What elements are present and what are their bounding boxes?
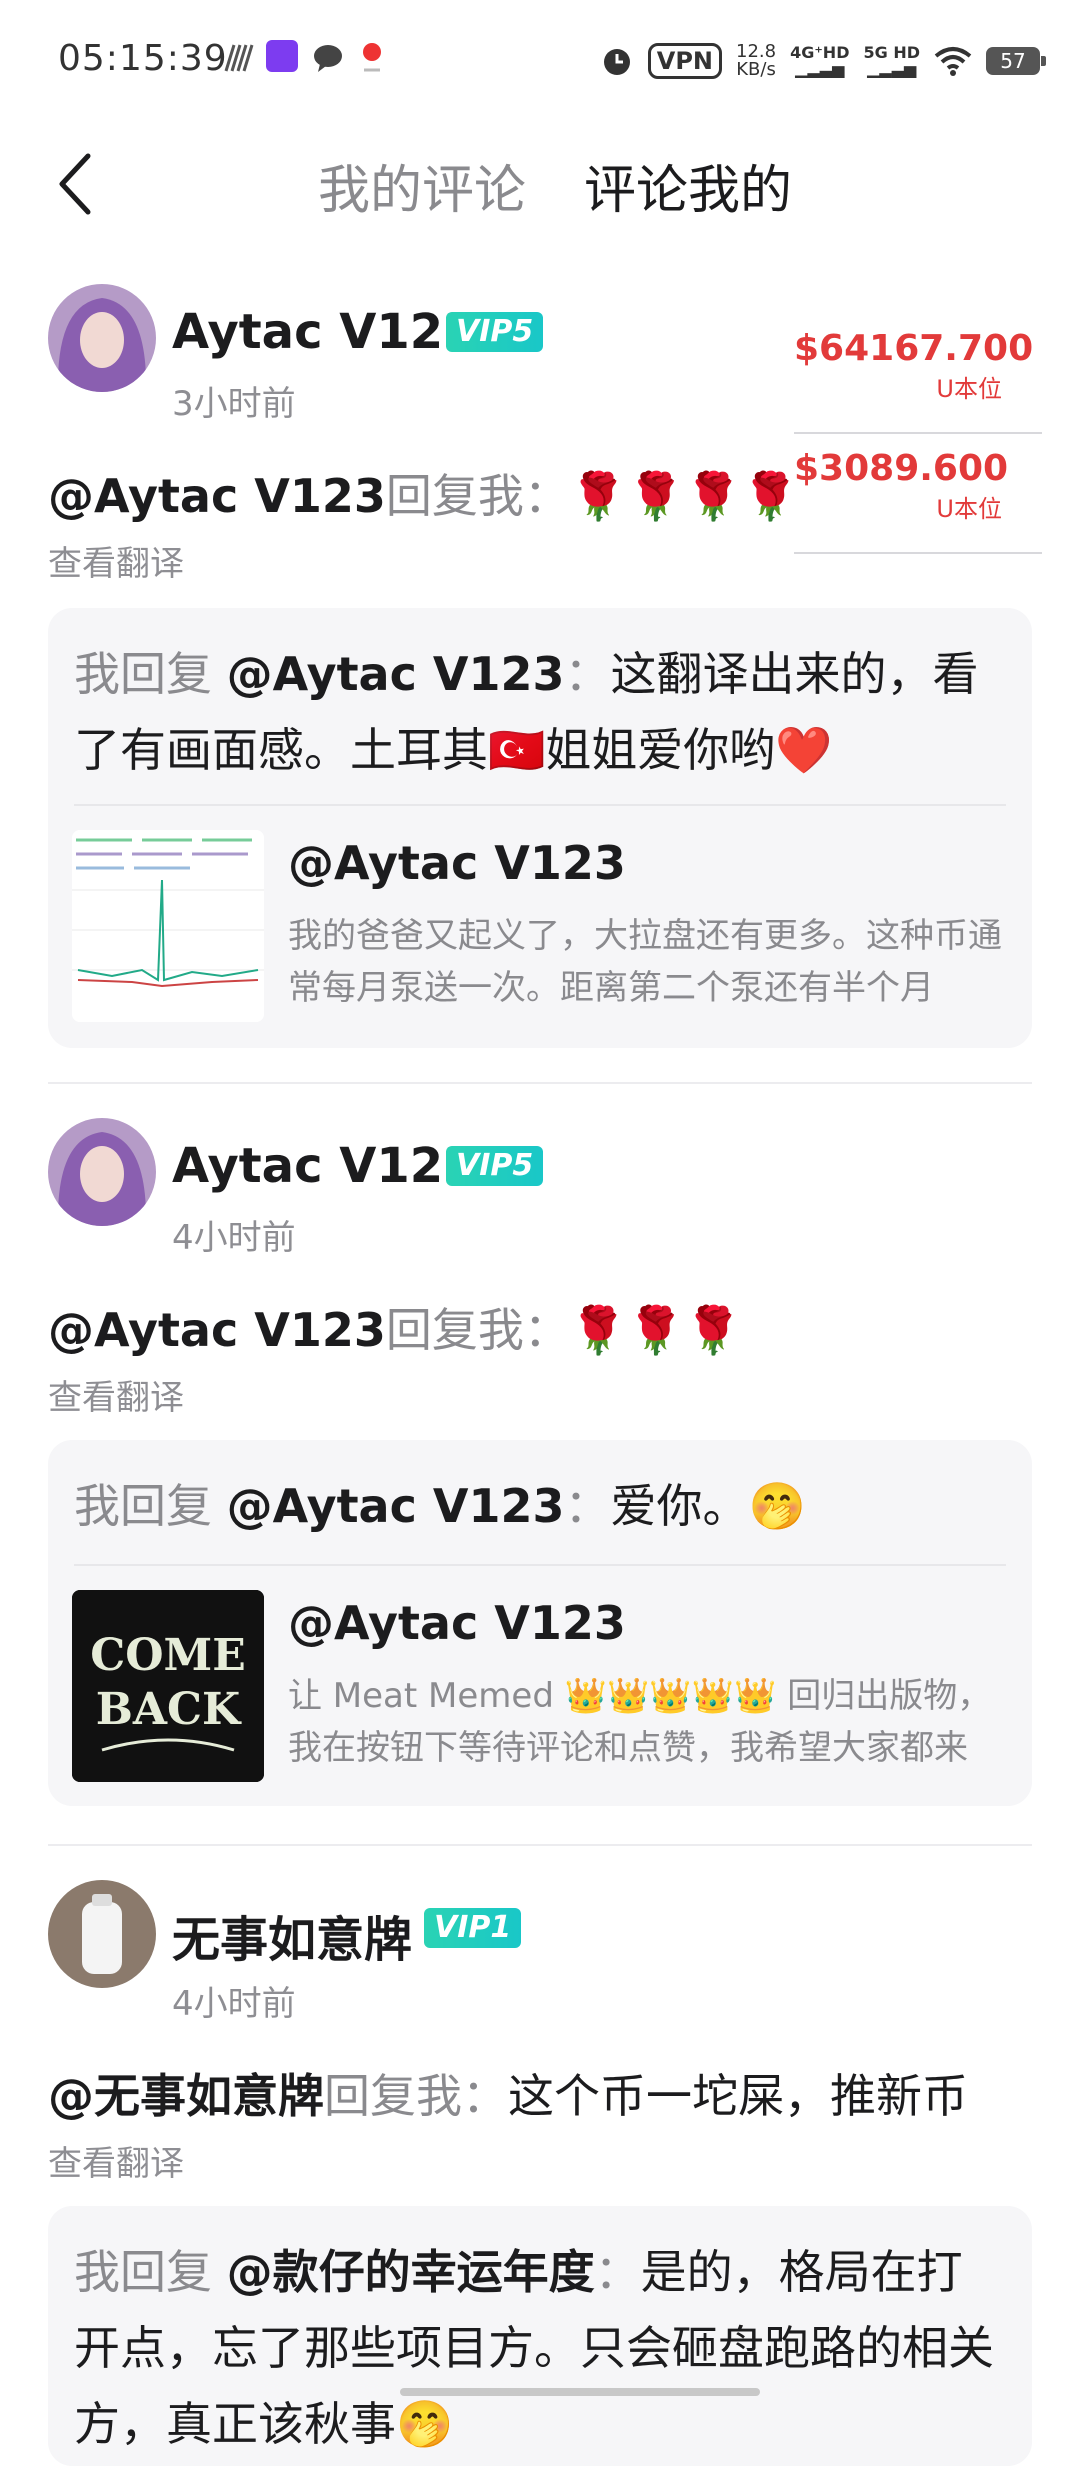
- gallery-icon: [224, 44, 254, 72]
- my-reply-target[interactable]: @Aytac V123: [227, 647, 565, 701]
- reply-text: 这个币一坨屎，推新币: [508, 2069, 968, 2123]
- comment-time: 4小时前: [172, 1218, 296, 1258]
- vip-badge: VIP5: [446, 312, 544, 352]
- reply-label: 回复我：: [385, 469, 570, 523]
- my-reply-content: 爱你。🤭: [610, 1479, 806, 1533]
- app-badge-icon: [266, 40, 298, 72]
- reply-label: 回复我：: [385, 1303, 570, 1357]
- original-post-author[interactable]: @Aytac V123: [288, 836, 626, 890]
- comment-time: 4小时前: [172, 1984, 296, 2024]
- reply-user[interactable]: @Aytac V123: [48, 1303, 386, 1357]
- price-unit: U本位: [936, 495, 1002, 523]
- item-divider: [48, 1082, 1032, 1084]
- username[interactable]: Aytac V123: [172, 1138, 477, 1194]
- reply-line: @无事如意牌回复我：这个币一坨屎，推新币: [48, 2060, 968, 2126]
- my-reply-card[interactable]: 我回复 @款仔的幸运年度：是的，格局在打开点，忘了那些项目方。只会砸盘跑路的相关…: [48, 2206, 1032, 2466]
- reply-line: @Aytac V123回复我：🌹🌹🌹🌹: [48, 460, 799, 526]
- vpn-badge: VPN: [647, 43, 723, 79]
- net-speed-unit: KB/s: [736, 59, 776, 80]
- reply-line: @Aytac V123回复我：🌹🌹🌹: [48, 1294, 742, 1360]
- status-right: VPN 12.8 KB/s 4G⁺HD ▁▂▃▅ 5G HD ▁▂▃▅ 57: [600, 38, 1046, 84]
- signal-2: 5G HD ▁▂▃▅: [863, 45, 920, 77]
- tab-my-comments[interactable]: 我的评论: [318, 148, 526, 223]
- my-reply-text: 我回复 @Aytac V123：爱你。🤭: [74, 1468, 996, 1544]
- tab-comments-on-me[interactable]: 评论我的: [584, 148, 792, 223]
- original-post-thumbnail[interactable]: COME BACK: [72, 1590, 264, 1782]
- home-indicator[interactable]: [400, 2388, 760, 2396]
- wifi-icon: [934, 47, 972, 76]
- my-reply-prefix: 我回复: [74, 647, 212, 701]
- battery-indicator: 57: [986, 47, 1046, 75]
- reply-text: 🌹🌹🌹: [569, 1303, 742, 1357]
- original-post-author[interactable]: @Aytac V123: [288, 1596, 626, 1650]
- my-reply-prefix: 我回复: [74, 1479, 212, 1533]
- price-widget[interactable]: $3089.600 U本位: [794, 438, 1042, 554]
- my-reply-prefix: 我回复: [74, 2245, 212, 2299]
- reply-user[interactable]: @Aytac V123: [48, 469, 386, 523]
- my-reply-text: 我回复 @Aytac V123：这翻译出来的，看了有画面感。土耳其🇹🇷姐姐爱你哟…: [74, 636, 996, 788]
- avatar[interactable]: [48, 284, 156, 392]
- reply-label: 回复我：: [324, 2069, 508, 2123]
- location-icon: [363, 43, 381, 72]
- my-reply-text: 我回复 @款仔的幸运年度：是的，格局在打开点，忘了那些项目方。只会砸盘跑路的相关…: [74, 2234, 996, 2462]
- my-reply-colon: ：: [564, 1479, 611, 1533]
- card-divider: [74, 1564, 1006, 1566]
- svg-text:BACK: BACK: [96, 1684, 242, 1735]
- message-icon: [314, 45, 342, 72]
- my-reply-target[interactable]: @款仔的幸运年度: [227, 2245, 595, 2299]
- my-reply-colon: ：: [564, 647, 611, 701]
- signal-1: 4G⁺HD ▁▂▃▅: [790, 45, 849, 77]
- comment-item: Aytac V123 VIP5 4小时前 @Aytac V123回复我：🌹🌹🌹 …: [0, 1118, 1080, 1888]
- avatar[interactable]: [48, 1118, 156, 1226]
- view-translation-link[interactable]: 查看翻译: [48, 2136, 184, 2185]
- avatar[interactable]: [48, 1880, 156, 1988]
- alarm-icon: [603, 49, 630, 75]
- clock: 05:15:39: [58, 38, 228, 79]
- status-bar: 05:15:39 VPN 12.8 KB/s 4G⁺HD ▁▂▃▅ 5G HD …: [0, 0, 1080, 120]
- comment-time: 3小时前: [172, 384, 296, 424]
- reply-user[interactable]: @无事如意牌: [48, 2069, 324, 2123]
- view-translation-link[interactable]: 查看翻译: [48, 1370, 184, 1419]
- reply-text: 🌹🌹🌹🌹: [569, 469, 799, 523]
- svg-text:COME: COME: [90, 1630, 246, 1681]
- card-divider: [74, 804, 1006, 806]
- price-widget[interactable]: $64167.700 U本位: [794, 318, 1042, 434]
- my-reply-card[interactable]: 我回复 @Aytac V123：这翻译出来的，看了有画面感。土耳其🇹🇷姐姐爱你哟…: [48, 608, 1032, 1048]
- username[interactable]: 无事如意牌: [172, 1900, 412, 1970]
- price-unit: U本位: [936, 375, 1002, 403]
- original-post-excerpt: 让 Meat Memed 👑👑👑👑👑 回归出版物，我在按钮下等待评论和点赞，我希…: [288, 1676, 992, 1768]
- vip-badge: VIP5: [446, 1146, 544, 1186]
- top-navigation: 我的评论 评论我的: [0, 120, 1080, 248]
- signal-bars-icon: ▁▂▃▅: [867, 59, 917, 78]
- my-reply-colon: ：: [594, 2245, 641, 2299]
- original-post-excerpt: 我的爸爸又起义了，大拉盘还有更多。这种币通常每月泵送一次。距离第二个泵还有半个月: [288, 916, 1002, 1008]
- price-value: $64167.700: [794, 328, 1034, 369]
- price-value: $3089.600: [794, 448, 1009, 489]
- back-arrow-icon[interactable]: [48, 144, 108, 224]
- username[interactable]: Aytac V123: [172, 304, 477, 360]
- view-translation-link[interactable]: 查看翻译: [48, 536, 184, 585]
- my-reply-target[interactable]: @Aytac V123: [227, 1479, 565, 1533]
- original-post-thumbnail[interactable]: [72, 830, 264, 1022]
- my-reply-card[interactable]: 我回复 @Aytac V123：爱你。🤭 COME BACK @Aytac V1…: [48, 1440, 1032, 1806]
- comment-item: 无事如意牌 VIP1 4小时前 @无事如意牌回复我：这个币一坨屎，推新币 查看翻…: [0, 1880, 1080, 2466]
- signal-bars-icon: ▁▂▃▅: [795, 59, 845, 78]
- net-speed: 12.8 KB/s: [736, 43, 776, 79]
- item-divider: [48, 1844, 1032, 1846]
- vip-badge: VIP1: [424, 1908, 522, 1948]
